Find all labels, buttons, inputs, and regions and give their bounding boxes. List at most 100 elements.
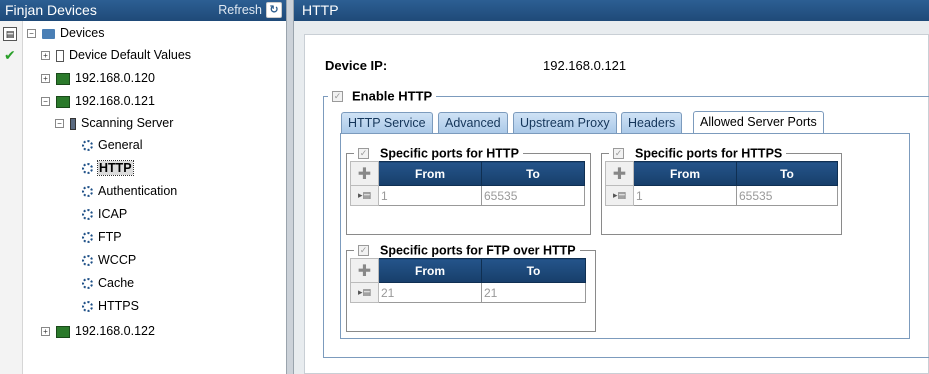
device-ip-value: 192.168.0.121	[543, 58, 627, 73]
tab-allowed-server-ports[interactable]: Allowed Server Ports	[693, 111, 824, 135]
gear-icon	[82, 186, 93, 198]
side-strip: ▤ ✔	[0, 21, 23, 374]
cell-from[interactable]: 1	[633, 185, 737, 206]
gear-icon	[82, 255, 93, 267]
collapse-icon[interactable]: −	[41, 97, 50, 107]
expand-icon[interactable]: +	[41, 74, 50, 84]
https-ports-legend: ✓ Specific ports for HTTPS	[609, 145, 787, 161]
table-row[interactable]: ▸▤ 21 21	[350, 282, 586, 303]
tab-advanced[interactable]: Advanced	[438, 112, 508, 134]
tree-node-label: 192.168.0.122	[75, 324, 155, 338]
folder-icon	[42, 28, 55, 39]
tree-item-label: FTP	[98, 230, 122, 244]
ftp-ports-table: ✚ From To ▸▤ 21 21	[350, 258, 586, 303]
cell-to[interactable]: 21	[481, 282, 586, 303]
row-selector-icon[interactable]: ▸▤	[605, 185, 634, 206]
expand-icon[interactable]: +	[41, 51, 50, 61]
enable-http-legend: ✓ Enable HTTP	[328, 87, 437, 105]
tab-upstream-proxy[interactable]: Upstream Proxy	[513, 112, 617, 134]
tree-item-label: HTTPS	[98, 299, 139, 313]
tree-item-general[interactable]: General	[82, 135, 142, 155]
collapse-icon[interactable]: −	[55, 119, 64, 129]
tree-node-device-122[interactable]: +192.168.0.122	[41, 321, 155, 341]
tree-item-wccp[interactable]: WCCP	[82, 250, 136, 270]
tree-item-ftp[interactable]: FTP	[82, 227, 122, 247]
tree-node-label: Scanning Server	[81, 116, 174, 130]
gear-icon	[82, 278, 93, 290]
tree-item-label: WCCP	[98, 253, 137, 267]
settings-panel-title: HTTP	[302, 2, 339, 18]
tree-node-label: 192.168.0.120	[75, 71, 155, 85]
column-header-from: From	[378, 161, 482, 186]
column-header-to: To	[736, 161, 838, 186]
tree-item-authentication[interactable]: Authentication	[82, 181, 177, 201]
cell-from[interactable]: 21	[378, 282, 482, 303]
tree-node-device-121[interactable]: − 192.168.0.121	[41, 91, 155, 111]
ftp-ports-legend: ✓ Specific ports for FTP over HTTP	[354, 242, 580, 258]
tree-item-label: ICAP	[98, 207, 128, 221]
table-row[interactable]: ▸▤ 1 65535	[605, 185, 838, 206]
tree-node-device-120[interactable]: +192.168.0.120	[41, 68, 155, 88]
tree-item-label: HTTP	[97, 160, 134, 176]
ftp-ports-checkbox[interactable]: ✓	[358, 245, 369, 257]
column-header-to: To	[481, 161, 585, 186]
refresh-icon[interactable]: ↻	[266, 2, 282, 18]
add-row-icon[interactable]: ✚	[350, 258, 379, 283]
gear-icon	[82, 163, 93, 175]
computer-icon	[56, 95, 70, 108]
defaults-icon	[56, 49, 64, 62]
cell-to[interactable]: 65535	[736, 185, 838, 206]
tab-http-service[interactable]: HTTP Service	[341, 112, 433, 134]
cell-from[interactable]: 1	[378, 185, 482, 206]
enable-http-label: Enable HTTP	[352, 88, 433, 104]
table-row[interactable]: ▸▤ 1 65535	[350, 185, 585, 206]
server-icon	[70, 117, 76, 130]
gear-icon	[82, 232, 93, 244]
column-header-from: From	[633, 161, 737, 186]
tree-item-label: Authentication	[98, 184, 178, 198]
allowed-server-ports-panel: ✓ Specific ports for HTTP ✚ From To ▸▤ 1 …	[340, 133, 910, 339]
tree-node-scanning-server[interactable]: − Scanning Server	[55, 113, 173, 133]
tree-node-label: 192.168.0.121	[75, 94, 155, 108]
tree-item-label: Cache	[98, 276, 135, 290]
device-ip-label: Device IP:	[325, 58, 388, 73]
ftp-ports-label: Specific ports for FTP over HTTP	[380, 243, 576, 258]
enable-http-checkbox[interactable]: ✓	[332, 91, 343, 103]
tree-item-icap[interactable]: ICAP	[82, 204, 127, 224]
collapse-icon[interactable]: −	[27, 29, 36, 39]
http-ports-label: Specific ports for HTTP	[380, 146, 519, 161]
tree-node-devices[interactable]: − Devices	[27, 23, 104, 43]
document-icon[interactable]: ▤	[3, 27, 17, 41]
devices-panel-header: Finjan Devices Refresh ↻	[0, 0, 286, 21]
devices-tree: − Devices + Device Default Values +192.168…	[23, 21, 286, 374]
gear-icon	[82, 301, 93, 313]
settings-panel-body: Device IP: 192.168.0.121 ✓ Enable HTTP HT…	[294, 21, 929, 374]
tree-node-label: Devices	[60, 26, 105, 40]
column-header-to: To	[481, 258, 586, 283]
panel-splitter[interactable]	[286, 0, 294, 374]
tree-node-label: Device Default Values	[69, 48, 192, 62]
tree-item-cache[interactable]: Cache	[82, 273, 134, 293]
refresh-button[interactable]: Refresh	[218, 3, 262, 17]
add-row-icon[interactable]: ✚	[605, 161, 634, 186]
tree-item-https[interactable]: HTTPS	[82, 296, 139, 316]
https-ports-table: ✚ From To ▸▤ 1 65535	[605, 161, 838, 206]
expand-icon[interactable]: +	[41, 327, 50, 337]
tree-item-label: General	[98, 138, 143, 152]
tree-node-default-values[interactable]: + Device Default Values	[41, 45, 191, 65]
settings-content: Device IP: 192.168.0.121 ✓ Enable HTTP HT…	[304, 34, 929, 374]
devices-panel-title: Finjan Devices	[5, 2, 97, 18]
cell-to[interactable]: 65535	[481, 185, 585, 206]
column-header-from: From	[378, 258, 482, 283]
settings-panel-header: HTTP	[294, 0, 929, 21]
computer-icon	[56, 72, 70, 85]
tree-item-http[interactable]: HTTP	[82, 158, 134, 178]
row-selector-icon[interactable]: ▸▤	[350, 282, 379, 303]
checkmark-icon[interactable]: ✔	[4, 47, 16, 64]
https-ports-checkbox[interactable]: ✓	[613, 148, 624, 160]
http-ports-checkbox[interactable]: ✓	[358, 148, 369, 160]
http-ports-table: ✚ From To ▸▤ 1 65535	[350, 161, 585, 206]
add-row-icon[interactable]: ✚	[350, 161, 379, 186]
tab-headers[interactable]: Headers	[621, 112, 683, 134]
row-selector-icon[interactable]: ▸▤	[350, 185, 379, 206]
